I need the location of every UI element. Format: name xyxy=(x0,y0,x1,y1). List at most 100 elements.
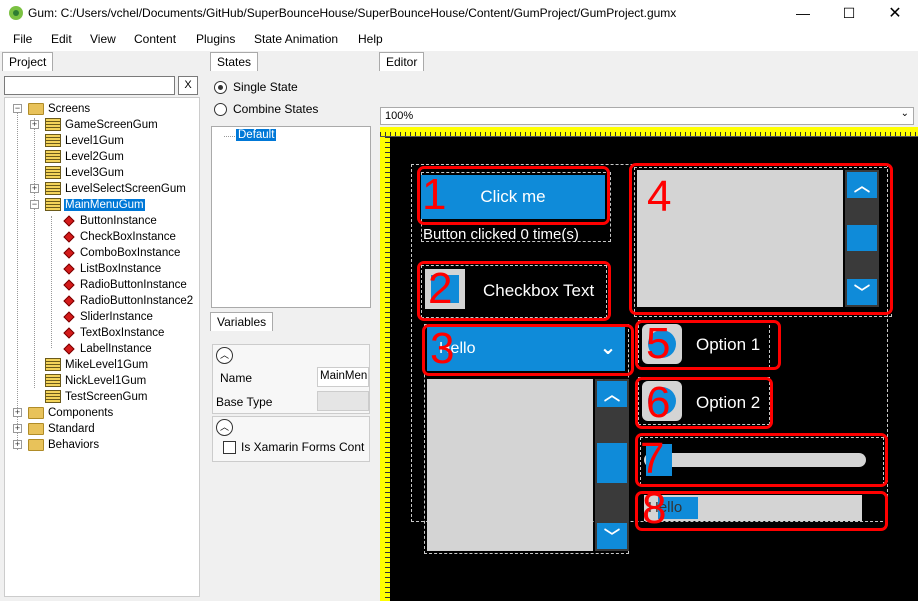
title-bar: Gum: C:/Users/vchel/Documents/GitHub/Sup… xyxy=(0,0,918,27)
menu-view[interactable]: View xyxy=(90,32,116,46)
editor-canvas[interactable]: Click me Button clicked 0 time(s) 1 Chec… xyxy=(390,137,918,601)
folder-icon xyxy=(28,406,44,419)
collapse-up-icon[interactable]: ︿ xyxy=(216,347,233,364)
maximize-button[interactable]: ☐ xyxy=(826,0,872,27)
chevron-up-icon[interactable]: ︿ xyxy=(597,381,627,407)
minimize-button[interactable]: — xyxy=(780,0,826,27)
expand-icon[interactable]: + xyxy=(13,424,22,433)
annotation-number-6: 6 xyxy=(646,378,671,427)
name-field[interactable]: MainMen xyxy=(317,367,369,387)
combobox-list xyxy=(427,379,593,551)
instance-icon xyxy=(63,247,75,259)
state-item-default[interactable]: Default xyxy=(236,129,277,141)
annotation-number-2: 2 xyxy=(428,264,453,313)
xamarin-forms-label: Is Xamarin Forms Cont xyxy=(241,440,365,454)
combine-states-radio[interactable] xyxy=(214,103,227,116)
close-button[interactable]: ✕ xyxy=(872,0,918,27)
tree-node-screen[interactable]: MikeLevel1Gum xyxy=(45,357,149,373)
menu-plugins[interactable]: Plugins xyxy=(196,32,235,46)
annotation-number-4: 4 xyxy=(647,172,672,221)
tab-editor[interactable]: Editor xyxy=(379,52,425,71)
instance-icon xyxy=(63,327,75,339)
tab-states[interactable]: States xyxy=(210,52,259,71)
tree-node-screen[interactable]: NickLevel1Gum xyxy=(45,373,147,389)
annotation-box-7 xyxy=(635,433,888,487)
tree-node-instance[interactable]: CheckBoxInstance xyxy=(61,229,177,245)
tree-node-instance[interactable]: ComboBoxInstance xyxy=(61,245,181,261)
expand-icon[interactable]: + xyxy=(13,440,22,449)
expand-icon[interactable]: + xyxy=(30,120,39,129)
collapse-icon[interactable]: − xyxy=(30,200,39,209)
menu-help[interactable]: Help xyxy=(358,32,383,46)
tree-node-screen[interactable]: TestScreenGum xyxy=(45,389,148,405)
expand-icon[interactable]: + xyxy=(13,408,22,417)
project-panel: Project X − Screens + GameScreenGum Leve… xyxy=(0,52,205,601)
screen-icon xyxy=(45,182,61,196)
tree-node-standard[interactable]: + Standard xyxy=(8,421,96,437)
tree-node-instance[interactable]: RadioButtonInstance2 xyxy=(61,293,194,309)
tree-node-instance[interactable]: SliderInstance xyxy=(61,309,154,325)
tree-node-instance[interactable]: LabelInstance xyxy=(61,341,153,357)
menu-state-animation[interactable]: State Animation xyxy=(254,32,338,46)
screen-icon xyxy=(45,150,61,164)
tree-node-instance[interactable]: RadioButtonInstance xyxy=(61,277,188,293)
screen-icon xyxy=(45,374,61,388)
tree-node-screen-selected[interactable]: − MainMenuGum xyxy=(25,197,145,213)
project-search-input[interactable] xyxy=(4,76,175,95)
tab-project[interactable]: Project xyxy=(2,52,54,71)
tree-node-screen[interactable]: + LevelSelectScreenGum xyxy=(25,181,187,197)
variables-panel: Variables ︿ Name MainMen Base Type ︿ Is … xyxy=(208,312,374,601)
combobox-scrollbar[interactable]: ︿ ﹀ xyxy=(595,379,629,551)
collapse-icon[interactable]: − xyxy=(13,104,22,113)
tree-node-screen[interactable]: Level3Gum xyxy=(45,165,125,181)
screen-icon xyxy=(45,358,61,372)
window-title: Gum: C:/Users/vchel/Documents/GitHub/Sup… xyxy=(28,6,677,20)
base-type-dropdown[interactable] xyxy=(317,391,369,411)
variables-group-xamarin: ︿ Is Xamarin Forms Cont xyxy=(212,416,370,462)
tree-node-behaviors[interactable]: + Behaviors xyxy=(8,437,100,453)
menu-content[interactable]: Content xyxy=(134,32,176,46)
screen-icon xyxy=(45,134,61,148)
search-clear-button[interactable]: X xyxy=(178,76,198,95)
tree-node-components[interactable]: + Components xyxy=(8,405,114,421)
folder-icon xyxy=(28,102,44,115)
tree-node-screens[interactable]: − Screens xyxy=(8,101,91,117)
tree-node-screen[interactable]: Level1Gum xyxy=(45,133,125,149)
annotation-number-3: 3 xyxy=(430,324,455,373)
tree-node-instance[interactable]: ButtonInstance xyxy=(61,213,158,229)
tree-node-screen[interactable]: Level2Gum xyxy=(45,149,125,165)
screen-icon xyxy=(45,198,61,212)
instance-icon xyxy=(63,311,75,323)
tab-variables[interactable]: Variables xyxy=(210,312,274,331)
annotation-number-1: 1 xyxy=(422,170,447,219)
name-label: Name xyxy=(220,371,253,385)
annotation-number-5: 5 xyxy=(646,319,671,368)
combine-states-label: Combine States xyxy=(233,102,319,116)
instance-icon xyxy=(63,295,75,307)
collapse-up-icon[interactable]: ︿ xyxy=(216,419,233,436)
instance-icon xyxy=(63,231,75,243)
instance-icon xyxy=(63,263,75,275)
zoom-value: 100% xyxy=(385,110,414,122)
chevron-down-icon[interactable]: ﹀ xyxy=(597,523,627,549)
gum-app-icon xyxy=(9,6,23,20)
single-state-radio[interactable] xyxy=(214,81,227,94)
menu-file[interactable]: File xyxy=(13,32,32,46)
xamarin-forms-checkbox[interactable] xyxy=(223,441,236,454)
screen-icon xyxy=(45,390,61,404)
horizontal-ruler xyxy=(380,127,918,137)
folder-icon xyxy=(28,422,44,435)
button-clicked-label: Button clicked 0 time(s) xyxy=(423,226,579,243)
menu-edit[interactable]: Edit xyxy=(51,32,72,46)
scrollbar-thumb[interactable] xyxy=(597,443,627,483)
tree-node-screen[interactable]: + GameScreenGum xyxy=(25,117,159,133)
screen-icon xyxy=(45,118,61,132)
expand-icon[interactable]: + xyxy=(30,184,39,193)
tree-node-instance[interactable]: TextBoxInstance xyxy=(61,325,165,341)
screen-icon xyxy=(45,166,61,180)
tree-node-instance[interactable]: ListBoxInstance xyxy=(61,261,162,277)
zoom-dropdown[interactable]: 100% ⌄ xyxy=(380,107,914,125)
state-list: Default xyxy=(211,126,371,308)
instance-icon xyxy=(63,215,75,227)
annotation-number-8: 8 xyxy=(642,484,667,533)
